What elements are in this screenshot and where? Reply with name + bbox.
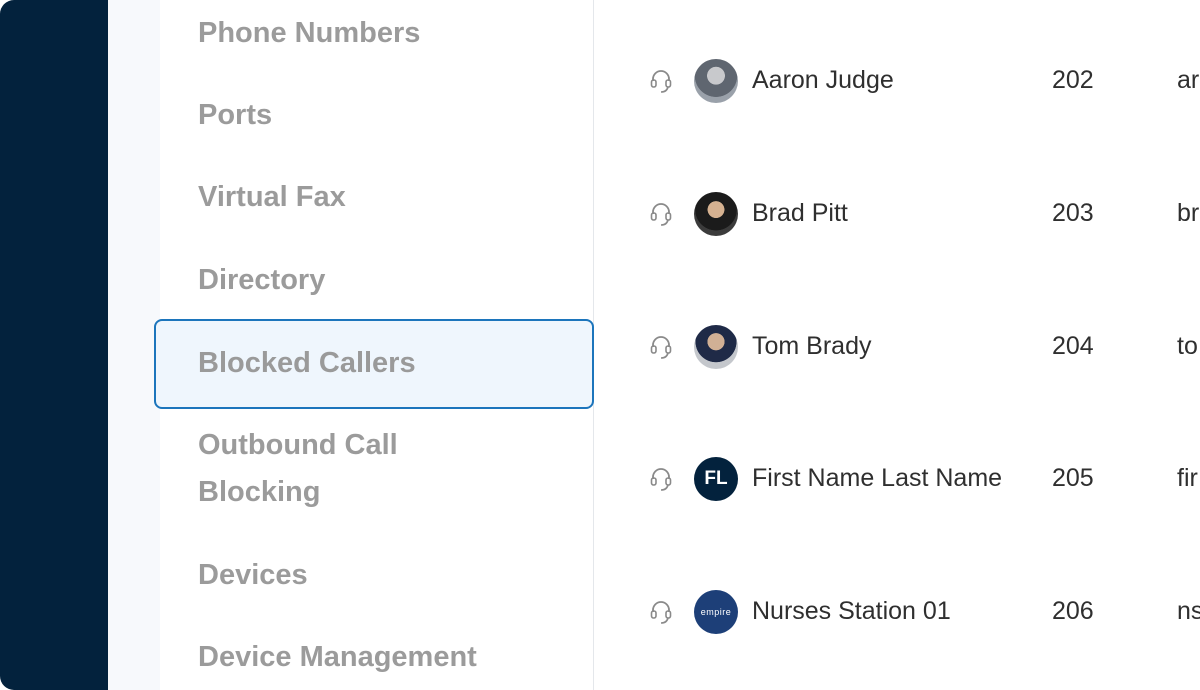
headset-icon [650,468,672,491]
avatar [694,325,738,369]
menu-item-device-management[interactable]: Device Management [198,634,578,681]
user-name: Brad Pitt [752,199,848,227]
menu-item-virtual-fax[interactable]: Virtual Fax [198,174,578,221]
left-navigation-rail [0,0,108,690]
user-extension: 204 [1052,332,1094,360]
user-email-truncated: to [1177,332,1198,360]
headset-icon [650,336,672,359]
menu-item-ports[interactable]: Ports [198,92,578,139]
avatar [694,59,738,103]
user-name: First Name Last Name [752,464,1003,492]
headset-icon [650,203,672,226]
user-row[interactable]: FL First Name Last Name 205 fir [594,451,1200,511]
user-extension: 202 [1052,66,1094,94]
user-name: Aaron Judge [752,66,894,94]
app-window: Phone Numbers Ports Virtual Fax Director… [0,0,1200,690]
user-name: Nurses Station 01 [752,597,951,625]
users-list: Aaron Judge 202 ar Brad Pitt 203 br Tom … [594,0,1200,690]
user-row[interactable]: Aaron Judge 202 ar [594,53,1200,113]
avatar [694,192,738,236]
menu-item-devices[interactable]: Devices [198,552,578,599]
menu-item-directory[interactable]: Directory [198,257,578,304]
user-name: Tom Brady [752,332,872,360]
headset-icon [650,601,672,624]
user-email-truncated: br [1177,199,1200,227]
user-email-truncated: ar [1177,66,1200,94]
user-email-truncated: ns [1177,597,1200,625]
user-email-truncated: fir [1177,464,1198,492]
user-extension: 203 [1052,199,1094,227]
menu-item-outbound-call-blocking[interactable]: Outbound Call Blocking [198,422,458,516]
menu-item-phone-numbers[interactable]: Phone Numbers [198,10,578,57]
user-row[interactable]: empire Nurses Station 01 206 ns [594,584,1200,644]
navigation-gutter [108,0,160,690]
user-row[interactable]: Tom Brady 204 to [594,319,1200,379]
user-extension: 205 [1052,464,1094,492]
avatar-initials: FL [694,457,738,501]
user-extension: 206 [1052,597,1094,625]
menu-item-blocked-callers[interactable]: Blocked Callers [198,340,578,387]
settings-menu: Phone Numbers Ports Virtual Fax Director… [154,0,594,690]
user-row[interactable]: Brad Pitt 203 br [594,186,1200,246]
avatar-logo: empire [694,590,738,634]
headset-icon [650,70,672,93]
